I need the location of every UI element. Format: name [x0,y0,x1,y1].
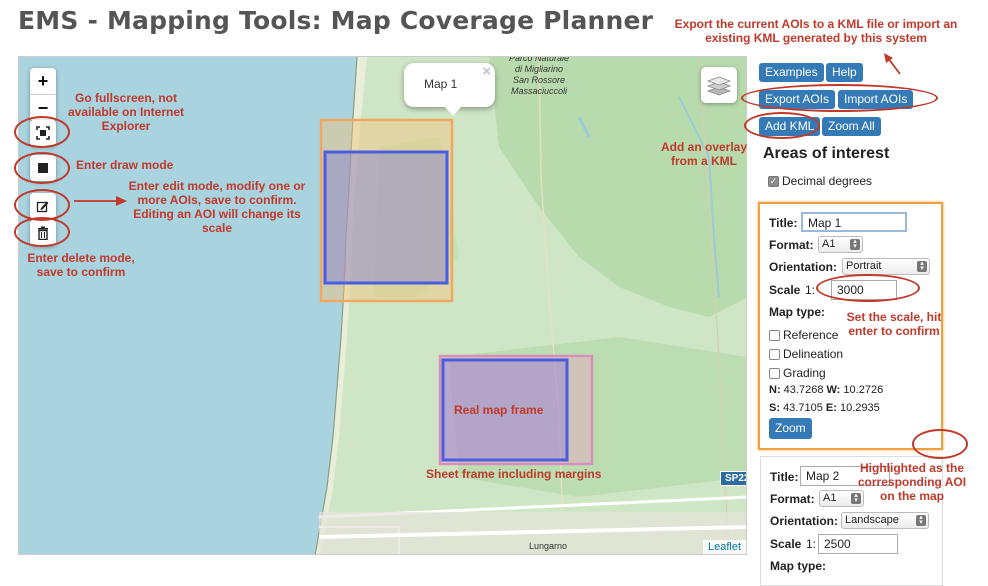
examples-button[interactable]: Examples [759,63,824,82]
format-select[interactable]: A1 ▴ ▾ [818,236,863,253]
attribution-link[interactable]: Leaflet [702,540,746,554]
annotation-ring-scale [816,274,920,302]
select-arrow-icon: ▴ ▾ [850,238,860,250]
annotation-ring-fullscreen [14,116,70,148]
annotation-scale: Set the scale, hit enter to confirm [846,310,942,338]
zoom-in-button[interactable]: + [30,68,56,94]
annotation-highlight: Highlighted as the corresponding AOI on … [857,461,967,503]
select-arrow-icon: ▴ ▾ [916,514,926,526]
annotation-ring-add-kml [744,112,820,139]
zoom-button[interactable]: Zoom [769,418,812,439]
decimal-degrees-toggle[interactable]: ✓ Decimal degrees [768,174,872,188]
map-type-reference[interactable]: Reference [769,328,838,342]
annotation-fullscreen: Go fullscreen, not available on Internet… [67,91,185,133]
zoom-all-button[interactable]: Zoom All [822,117,881,136]
coords-se: S: 43.7105 E: 10.2935 [769,402,880,414]
annotation-arrow-icon [884,53,901,75]
popup-title: Map 1 [424,77,458,91]
orientation-select[interactable]: Landscape ▴ ▾ [841,512,929,529]
annotation-ring-delete [14,217,70,247]
title-input[interactable]: Map 1 [801,212,907,232]
place-label: Parco Naturale di Migliarino San Rossore… [509,56,570,96]
checkbox-icon [769,367,780,379]
annotation-ring-export [741,84,938,112]
coords-nw: N: 43.7268 W: 10.2726 [769,384,884,396]
annotation-edit: Enter edit mode, modify one or more AOIs… [128,179,306,235]
popup-tip [444,106,462,116]
page-title: EMS - Mapping Tools: Map Coverage Planne… [18,6,654,35]
popup-close-icon[interactable]: × [482,63,491,80]
scale-input[interactable]: 2500 [818,534,898,554]
annotation-real-frame: Real map frame [454,403,544,417]
road-badge: SP22 [720,471,746,486]
annotation-arrow-icon [74,196,127,206]
checkbox-icon [769,348,780,360]
layers-button[interactable] [701,67,737,103]
checkbox-icon [769,329,780,341]
street-label: Lungarno [529,541,568,551]
annotation-overlay: Add an overlay from a KML [660,140,748,168]
checkbox-checked-icon[interactable]: ✓ [768,175,779,187]
layers-icon [706,76,732,96]
aoi-heading: Areas of interest [763,145,890,162]
annotation-sheet-frame: Sheet frame including margins [426,467,602,481]
help-button[interactable]: Help [826,63,863,82]
orientation-select[interactable]: Portrait ▴ ▾ [842,258,930,275]
annotation-draw: Enter draw mode [76,158,174,172]
annotation-ring-highlight [912,429,968,459]
annotation-delete: Enter delete mode, save to confirm [27,251,135,279]
annotation-ring-draw [14,152,70,184]
map-type-delineation[interactable]: Delineation [769,347,843,361]
annotation-export-import: Export the current AOIs to a KML file or… [674,17,958,45]
map-type-grading[interactable]: Grading [769,366,826,380]
zoom-control: + − [30,68,56,121]
select-arrow-icon: ▴ ▾ [917,260,927,272]
map-popup: Map 1 × [404,63,495,116]
